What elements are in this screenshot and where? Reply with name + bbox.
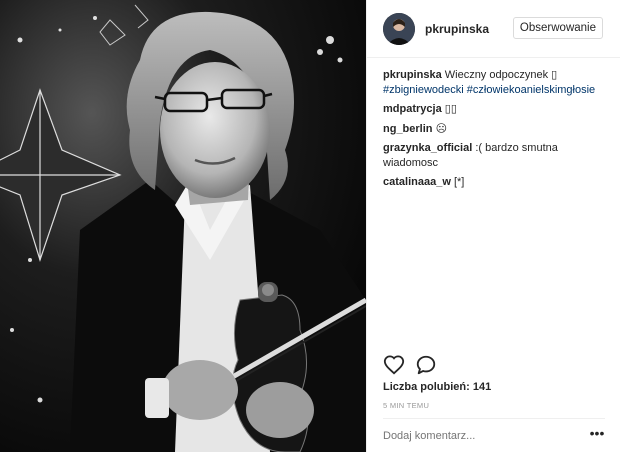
comment: mdpatrycja ▯▯ [383,102,609,117]
comment: catalinaaa_w [*] [383,175,609,190]
comment-input[interactable] [383,428,573,444]
heart-icon[interactable] [383,354,405,376]
emoji-placeholder: ▯ [551,69,558,81]
post-side-panel: pkrupinska Obserwowanie pkrupinska Wiecz… [366,0,620,452]
comment-author[interactable]: ng_berlin [383,123,433,135]
comment-text: ▯▯ [444,103,457,115]
post-actions [383,354,609,378]
post-username[interactable]: pkrupinska [425,22,489,36]
hashtag-link[interactable]: #zbigniewodecki [383,84,464,96]
more-options-icon[interactable]: ••• [588,426,606,444]
comment-text: [*] [453,176,465,188]
post-timestamp[interactable]: 5 MIN TEMU [383,401,429,410]
comment-author[interactable]: grazynka_official [383,142,472,154]
divider [383,418,605,419]
comment-icon[interactable] [415,354,437,376]
avatar-image [383,13,415,45]
comment-text: ☹ [435,122,448,135]
caption: pkrupinska Wieczny odpoczynek ▯ #zbignie… [383,68,609,97]
post-header: pkrupinska Obserwowanie [367,0,620,58]
comment: ng_berlin ☹ [383,122,609,137]
comment: grazynka_official :( bardzo smutna wiado… [383,141,609,170]
caption-author[interactable]: pkrupinska [383,69,442,81]
follow-button[interactable]: Obserwowanie [512,17,603,39]
avatar[interactable] [383,13,415,45]
likes-count[interactable]: Liczba polubień: 141 [383,381,491,393]
comments-list: pkrupinska Wieczny odpoczynek ▯ #zbignie… [383,68,609,195]
caption-text: Wieczny odpoczynek [444,69,549,81]
instagram-post: pkrupinska Obserwowanie pkrupinska Wiecz… [0,0,620,452]
post-photo-image [0,0,366,452]
post-photo[interactable] [0,0,366,452]
comment-author[interactable]: mdpatrycja [383,103,442,115]
comment-author[interactable]: catalinaaa_w [383,176,451,188]
hashtag-link[interactable]: #człowiekoanielskimgłosie [467,84,595,96]
